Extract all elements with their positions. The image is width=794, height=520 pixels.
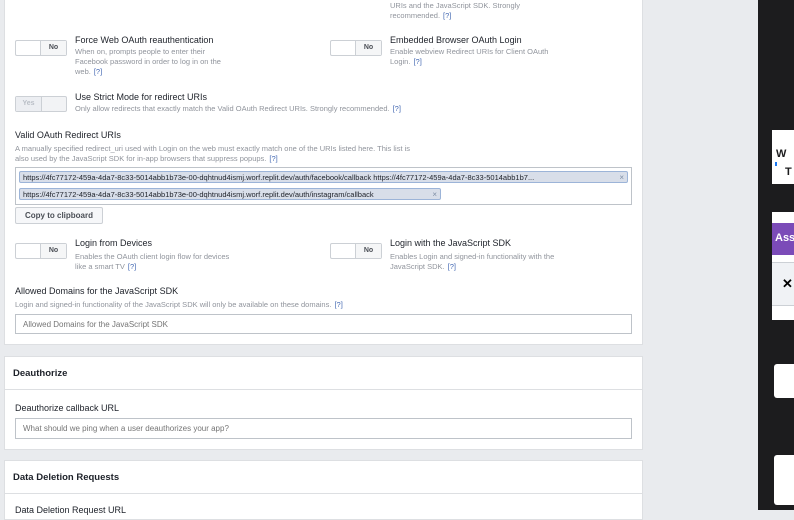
adjacent-mark (775, 162, 777, 166)
toggle-knob: No (355, 41, 381, 55)
embedded-browser-title: Embedded Browser OAuth Login (390, 35, 522, 45)
data-deletion-header: Data Deletion Requests (5, 461, 642, 494)
deauthorize-url-input[interactable] (15, 418, 632, 439)
force-reauth-title: Force Web OAuth reauthentication (75, 35, 214, 45)
deauthorize-header: Deauthorize (5, 357, 642, 390)
help-link[interactable]: [?] (413, 57, 421, 66)
allowed-domains-label: Allowed Domains for the JavaScript SDK (15, 286, 179, 296)
adjacent-button-text: Ass (775, 232, 794, 244)
adjacent-text: T (785, 166, 792, 178)
help-link[interactable]: [?] (443, 11, 451, 20)
data-deletion-url-label: Data Deletion Request URL (15, 505, 127, 515)
top-note: URIs and the JavaScript SDK. Strongly re… (390, 1, 521, 20)
embedded-browser-toggle[interactable]: No (330, 40, 382, 56)
data-deletion-panel: Data Deletion Requests Data Deletion Req… (4, 460, 643, 520)
help-link[interactable]: [?] (128, 262, 136, 271)
login-js-sdk-toggle[interactable]: No (330, 243, 382, 259)
redirect-uris-hint: A manually specified redirect_uri used w… (15, 144, 411, 163)
adjacent-card (774, 455, 794, 505)
redirect-uri-tag: https://4fc77172-459a-4da7-8c33-5014abb1… (19, 188, 441, 200)
redirect-uri-tag: https://4fc77172-459a-4da7-8c33-5014abb1… (19, 171, 628, 183)
toggle-knob: No (40, 41, 66, 55)
redirect-uris-token-input[interactable]: https://4fc77172-459a-4da7-8c33-5014abb1… (15, 167, 632, 205)
adjacent-purple-button[interactable]: Ass (772, 223, 794, 255)
strict-mode-desc: Only allow redirects that exactly match … (75, 104, 401, 113)
login-devices-desc: Enables the OAuth client login flow for … (75, 252, 230, 271)
help-link[interactable]: [?] (94, 67, 102, 76)
allowed-domains-input[interactable] (15, 314, 632, 334)
adjacent-dark-block (772, 184, 794, 212)
toggle-knob: No (40, 244, 66, 258)
help-link[interactable]: [?] (334, 300, 342, 309)
login-js-sdk-title: Login with the JavaScript SDK (390, 238, 512, 248)
force-reauth-toggle[interactable]: No (15, 40, 67, 56)
login-js-sdk-desc: Enables Login and signed-in functionalit… (390, 252, 555, 271)
adjacent-window-content: W T Ass ✕ (772, 0, 794, 510)
strict-mode-toggle[interactable]: Yes (15, 96, 67, 112)
redirect-uris-label: Valid OAuth Redirect URIs (15, 130, 121, 140)
login-devices-title: Login from Devices (75, 238, 153, 248)
deauthorize-url-label: Deauthorize callback URL (15, 403, 120, 413)
adjacent-dark-block (772, 0, 794, 130)
toggle-knob: Yes (16, 97, 42, 111)
close-icon[interactable]: ✕ (782, 276, 793, 292)
help-link[interactable]: [?] (448, 262, 456, 271)
help-link[interactable]: [?] (269, 154, 277, 163)
login-devices-toggle[interactable]: No (15, 243, 67, 259)
copy-to-clipboard-button[interactable]: Copy to clipboard (15, 207, 103, 224)
adjacent-panel: ✕ (772, 262, 794, 306)
force-reauth-desc: When on, prompts people to enter their F… (75, 47, 221, 76)
embedded-browser-desc: Enable webview Redirect URIs for Client … (390, 47, 549, 66)
adjacent-card (774, 364, 794, 398)
strict-mode-title: Use Strict Mode for redirect URIs (75, 92, 208, 102)
oauth-settings-panel: URIs and the JavaScript SDK. Strongly re… (4, 0, 643, 345)
remove-tag-icon[interactable]: × (619, 172, 624, 182)
allowed-domains-hint: Login and signed-in functionality of the… (15, 300, 343, 309)
toggle-knob: No (355, 244, 381, 258)
adjacent-dark-block (772, 320, 794, 510)
help-link[interactable]: [?] (393, 104, 401, 113)
remove-tag-icon[interactable]: × (432, 189, 437, 199)
deauthorize-panel: Deauthorize Deauthorize callback URL (4, 356, 643, 450)
adjacent-text: W (776, 148, 787, 160)
